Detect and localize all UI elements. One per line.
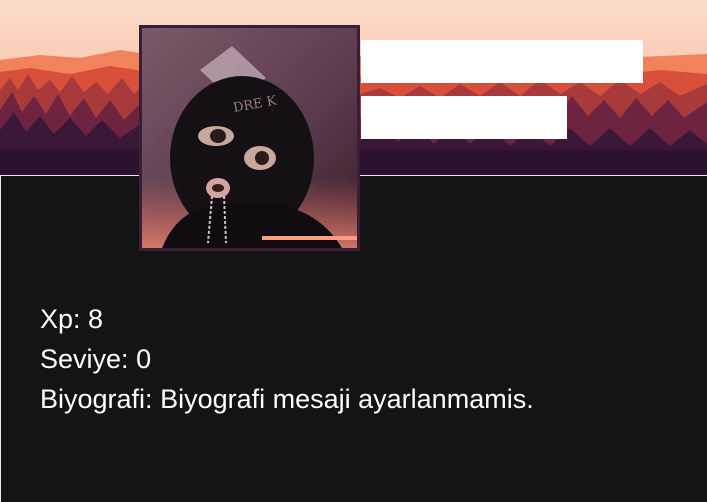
level-label: Seviye: <box>40 344 129 374</box>
bio-row: Biyografi: Biyografi mesaji ayarlanmamis… <box>40 379 534 419</box>
xp-label: Xp: <box>40 304 81 334</box>
bio-value: Biyografi mesaji ayarlanmamis. <box>160 384 534 414</box>
profile-info: Xp: 8 Seviye: 0 Biyografi: Biyografi mes… <box>40 299 534 419</box>
avatar: DRE K <box>139 25 360 251</box>
subtitle-field <box>361 96 567 139</box>
bio-label: Biyografi: <box>40 384 153 414</box>
username-text: ???!?c???KU-P?/????? <box>365 49 600 74</box>
xp-row: Xp: 8 <box>40 299 534 339</box>
xp-value: 8 <box>88 304 104 334</box>
avatar-photo: DRE K <box>142 28 357 248</box>
level-row: Seviye: 0 <box>40 339 534 379</box>
username-field: ???!?c???KU-P?/????? <box>361 40 643 83</box>
level-value: 0 <box>136 344 152 374</box>
